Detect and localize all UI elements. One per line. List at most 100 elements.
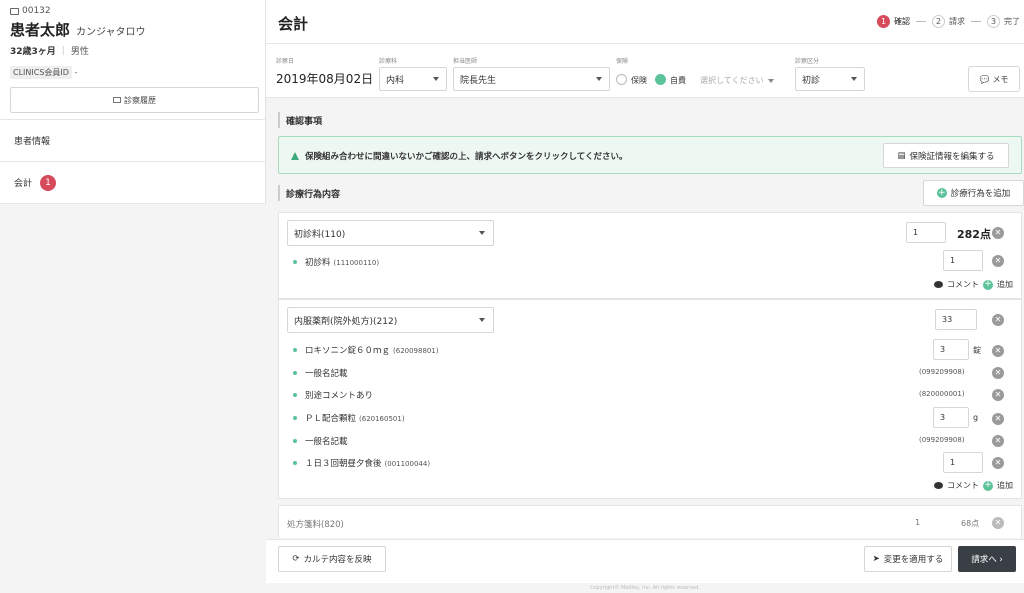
memo-button-label: メモ bbox=[992, 74, 1009, 84]
page-title: 会計 bbox=[278, 15, 309, 33]
list-item: ＰＬ配合顆粒 (620160501) bbox=[293, 412, 405, 424]
plus-icon: + bbox=[936, 187, 947, 198]
step-1-label: 確認 bbox=[894, 17, 910, 26]
remove-icon[interactable]: ✕ bbox=[992, 413, 1004, 425]
remove-icon[interactable]: ✕ bbox=[992, 389, 1004, 401]
alert-message: 保険組み合わせに間違いないかご確認の上、請求へボタンをクリックしてください。 bbox=[305, 152, 628, 162]
item-label: ＰＬ配合顆粒 bbox=[305, 414, 357, 424]
patient-sex: 男性 bbox=[70, 47, 89, 57]
item-code: (620098801) bbox=[393, 347, 439, 355]
bullet bbox=[293, 461, 297, 465]
comment-add-row: コメント + 追加 bbox=[934, 480, 1013, 491]
patient-kana: カンジャタロウ bbox=[76, 27, 146, 38]
list-item: 別途コメントあり bbox=[293, 389, 373, 401]
list-item: ロキソニン錠６０ｍｇ (620098801) bbox=[293, 344, 439, 356]
remove-icon[interactable]: ✕ bbox=[992, 435, 1004, 447]
send-icon: ➤ bbox=[872, 554, 880, 564]
progress-steps: 1 確認 2 請求 3 完了 bbox=[877, 15, 1020, 28]
dept-label: 診療科 bbox=[379, 58, 398, 65]
patient-id: 00132 bbox=[10, 6, 257, 16]
step-2-number: 2 bbox=[932, 15, 945, 28]
member-id-row: CLINICS会員ID - bbox=[10, 66, 257, 79]
comment-icon: 💬 bbox=[979, 74, 990, 84]
patient-id-value: 00132 bbox=[22, 6, 51, 16]
add-act-button[interactable]: + 診療行為を追加 bbox=[923, 180, 1024, 206]
item-label: １日３回朝昼夕食後 bbox=[305, 459, 382, 469]
chevron-down-icon bbox=[767, 79, 774, 83]
act-select[interactable]: 内服薬剤(院外処方)(212) bbox=[287, 307, 494, 333]
category-value: 初診 bbox=[802, 75, 821, 86]
item-label: 一般名記載 bbox=[305, 437, 348, 447]
insurance-combo-select[interactable]: 選択してください bbox=[700, 75, 774, 86]
apply-changes-label: 変更を適用する bbox=[883, 555, 944, 565]
refresh-icon: ⟳ bbox=[292, 554, 300, 564]
act-quantity[interactable]: 1 bbox=[906, 222, 946, 243]
doctor-label: 担当医師 bbox=[453, 58, 478, 65]
item-quantity[interactable]: 3 bbox=[933, 407, 969, 428]
memo-button[interactable]: 💬 メモ bbox=[968, 66, 1020, 92]
add-link[interactable]: 追加 bbox=[997, 480, 1013, 491]
id-card-icon bbox=[10, 7, 19, 15]
act-block: 初診料(110) 1 282点 ✕ 初診料 (111000110) 1 ✕ コメン… bbox=[278, 212, 1022, 299]
proceed-to-billing-button[interactable]: 請求へ › bbox=[958, 546, 1016, 572]
step-1-number: 1 bbox=[877, 15, 890, 28]
insurance-radio[interactable] bbox=[616, 74, 627, 85]
act-name: 内服薬剤(院外処方)(212) bbox=[294, 316, 398, 327]
confirm-section-title: 確認事項 bbox=[278, 112, 322, 128]
history-button[interactable]: 診察履歴 bbox=[10, 87, 259, 113]
bullet bbox=[293, 371, 297, 375]
remove-icon[interactable]: ✕ bbox=[992, 255, 1004, 267]
list-item: 一般名記載 bbox=[293, 367, 348, 379]
bullet bbox=[293, 393, 297, 397]
item-code: (111000110) bbox=[333, 259, 380, 267]
edit-insurance-button[interactable]: ▤ 保険証情報を編集する bbox=[883, 143, 1009, 168]
item-quantity[interactable]: 3 bbox=[933, 339, 969, 360]
main-panel: 会計 1 確認 2 請求 3 完了 診察日 2019年08月02日 診療科 内科… bbox=[266, 0, 1024, 593]
dept-select[interactable]: 内科 bbox=[379, 67, 447, 91]
apply-changes-button[interactable]: ➤ 変更を適用する bbox=[864, 546, 952, 572]
list-item: 一般名記載 bbox=[293, 435, 348, 447]
sidebar: 00132 患者太郎 カンジャタロウ 32歳3ヶ月 | 男性 CLINICS会員… bbox=[0, 0, 266, 593]
item-label: 初診料 bbox=[305, 258, 331, 268]
category-select[interactable]: 初診 bbox=[795, 67, 865, 91]
add-act-label: 診療行為を追加 bbox=[950, 189, 1011, 199]
comment-link[interactable]: コメント bbox=[947, 279, 979, 290]
doctor-select[interactable]: 院長先生 bbox=[453, 67, 610, 91]
bullet bbox=[293, 439, 297, 443]
bullet bbox=[293, 416, 297, 420]
confirm-alert: 保険組み合わせに間違いないかご確認の上、請求へボタンをクリックしてください。 ▤… bbox=[278, 136, 1022, 174]
remove-icon[interactable]: ✕ bbox=[992, 457, 1004, 469]
remove-icon[interactable]: ✕ bbox=[992, 367, 1004, 379]
item-label: 一般名記載 bbox=[305, 369, 348, 379]
date-label: 診察日 bbox=[276, 58, 295, 65]
chevron-down-icon bbox=[851, 77, 857, 81]
chevron-down-icon bbox=[479, 231, 485, 235]
remove-icon[interactable]: ✕ bbox=[992, 517, 1004, 529]
item-quantity[interactable]: 1 bbox=[943, 250, 983, 271]
reflect-chart-button[interactable]: ⟳ カルテ内容を反映 bbox=[278, 546, 386, 572]
comment-link[interactable]: コメント bbox=[947, 480, 979, 491]
patient-age: 32歳3ヶ月 bbox=[10, 47, 56, 57]
action-footer: ⟳ カルテ内容を反映 ➤ 変更を適用する 請求へ › bbox=[266, 539, 1024, 583]
sidebar-item-billing[interactable]: 会計 1 bbox=[0, 162, 266, 204]
patient-name: 患者太郎 bbox=[10, 21, 71, 39]
patient-summary: 00132 患者太郎 カンジャタロウ 32歳3ヶ月 | 男性 CLINICS会員… bbox=[0, 0, 266, 120]
remove-icon[interactable]: ✕ bbox=[992, 227, 1004, 239]
member-id-label: CLINICS会員ID bbox=[10, 66, 72, 79]
comment-icon bbox=[934, 281, 943, 288]
remove-icon[interactable]: ✕ bbox=[992, 314, 1004, 326]
category-label: 診察区分 bbox=[795, 58, 820, 65]
self-pay-radio[interactable] bbox=[655, 74, 666, 85]
list-item: 初診料 (111000110) bbox=[293, 256, 379, 268]
date-value[interactable]: 2019年08月02日 bbox=[276, 70, 373, 87]
sidebar-item-patient-info[interactable]: 患者情報 bbox=[0, 120, 266, 162]
item-quantity[interactable]: 1 bbox=[943, 452, 983, 473]
act-quantity[interactable]: 33 bbox=[935, 309, 977, 330]
act-select[interactable]: 初診料(110) bbox=[287, 220, 494, 246]
comment-icon bbox=[934, 482, 943, 489]
act-name: 初診料(110) bbox=[294, 229, 346, 240]
act-quantity[interactable]: 1 bbox=[915, 518, 920, 527]
add-link[interactable]: 追加 bbox=[997, 279, 1013, 290]
content-area: 確認事項 保険組み合わせに間違いないかご確認の上、請求へボタンをクリックしてくだ… bbox=[278, 108, 1024, 538]
remove-icon[interactable]: ✕ bbox=[992, 345, 1004, 357]
